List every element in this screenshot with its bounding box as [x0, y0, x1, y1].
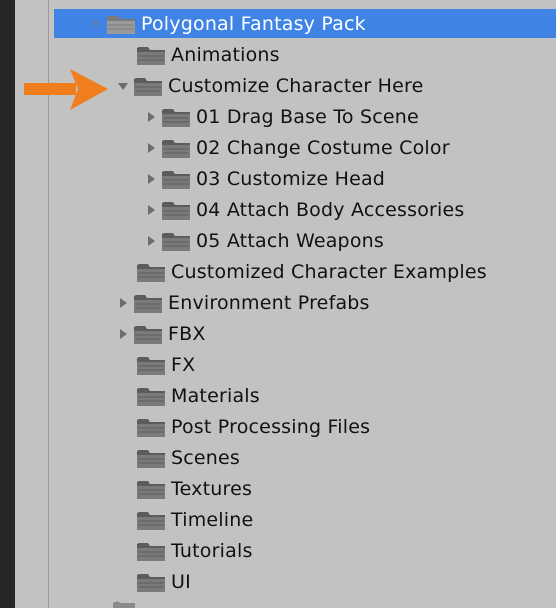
tree-item-label: UI [171, 570, 191, 593]
triangle-right-icon[interactable] [144, 203, 158, 217]
tree-item-ui[interactable]: UI [0, 566, 556, 597]
folder-icon [134, 294, 162, 313]
tree-item-03-customize-head[interactable]: 03 Customize Head [0, 163, 556, 194]
tree-item-label: 04 Attach Body Accessories [196, 198, 465, 221]
tree-item-label: Customize Character Here [168, 74, 424, 97]
tree-item-tutorials[interactable]: Tutorials [0, 535, 556, 566]
triangle-right-icon[interactable] [144, 141, 158, 155]
tree-item-label: Polygonal Fantasy Pack [141, 12, 366, 35]
triangle-right-icon[interactable] [116, 327, 130, 341]
folder-icon [162, 108, 190, 127]
tree-item-label: Post Processing Files [171, 415, 371, 438]
tree-item-label: Materials [171, 384, 260, 407]
folder-icon [113, 601, 135, 608]
triangle-down-icon[interactable] [89, 17, 103, 31]
tree-item-04-attach-body-accessories[interactable]: 04 Attach Body Accessories [0, 194, 556, 225]
tree-item-timeline[interactable]: Timeline [0, 504, 556, 535]
folder-icon [162, 232, 190, 251]
tree-item-fbx[interactable]: FBX [0, 318, 556, 349]
tree-item-label: FX [171, 353, 196, 376]
folder-icon [134, 325, 162, 344]
tree-item-label: Environment Prefabs [168, 291, 370, 314]
tree-item-label: 03 Customize Head [196, 167, 386, 190]
folder-icon [137, 356, 165, 375]
folder-icon [107, 15, 135, 34]
arrow-right-icon [24, 69, 108, 110]
folder-icon [134, 77, 162, 96]
folder-icon [137, 46, 165, 65]
triangle-right-icon[interactable] [116, 296, 130, 310]
tree-item-environment-prefabs[interactable]: Environment Prefabs [0, 287, 556, 318]
tree-item-materials[interactable]: Materials [0, 380, 556, 411]
folder-icon [137, 542, 165, 561]
folder-icon [137, 387, 165, 406]
folder-icon [137, 480, 165, 499]
tree-item-label: 05 Attach Weapons [196, 229, 384, 252]
folder-icon [137, 263, 165, 282]
triangle-right-icon[interactable] [144, 172, 158, 186]
triangle-right-icon[interactable] [144, 110, 158, 124]
tree-item-polygonal-fantasy-pack[interactable]: Polygonal Fantasy Pack [0, 8, 556, 39]
tree-item-label: Timeline [171, 508, 254, 531]
triangle-right-icon[interactable] [144, 234, 158, 248]
tree-item-customized-character-examples[interactable]: Customized Character Examples [0, 256, 556, 287]
tree-item-label: 02 Change Costume Color [196, 136, 450, 159]
tree-item-textures[interactable]: Textures [0, 473, 556, 504]
tree-item-label: Tutorials [171, 539, 253, 562]
folder-icon [137, 449, 165, 468]
tree-item-label: Customized Character Examples [171, 260, 487, 283]
folder-icon [137, 418, 165, 437]
tree-item-label: Textures [171, 477, 253, 500]
tree-item-scenes[interactable]: Scenes [0, 442, 556, 473]
tree-item-label: FBX [168, 322, 206, 345]
triangle-down-icon[interactable] [116, 79, 130, 93]
tree-item-fx[interactable]: FX [0, 349, 556, 380]
tree-item-label: Animations [171, 43, 280, 66]
tree-item-post-processing-files[interactable]: Post Processing Files [0, 411, 556, 442]
folder-icon [162, 201, 190, 220]
tree-item-label: 01 Drag Base To Scene [196, 105, 419, 128]
folder-icon [137, 511, 165, 530]
folder-icon [162, 139, 190, 158]
folder-icon [162, 170, 190, 189]
tree-item-label: Scenes [171, 446, 241, 469]
tree-item-02-change-costume-color[interactable]: 02 Change Costume Color [0, 132, 556, 163]
folder-icon [137, 573, 165, 592]
tree-item-05-attach-weapons[interactable]: 05 Attach Weapons [0, 225, 556, 256]
